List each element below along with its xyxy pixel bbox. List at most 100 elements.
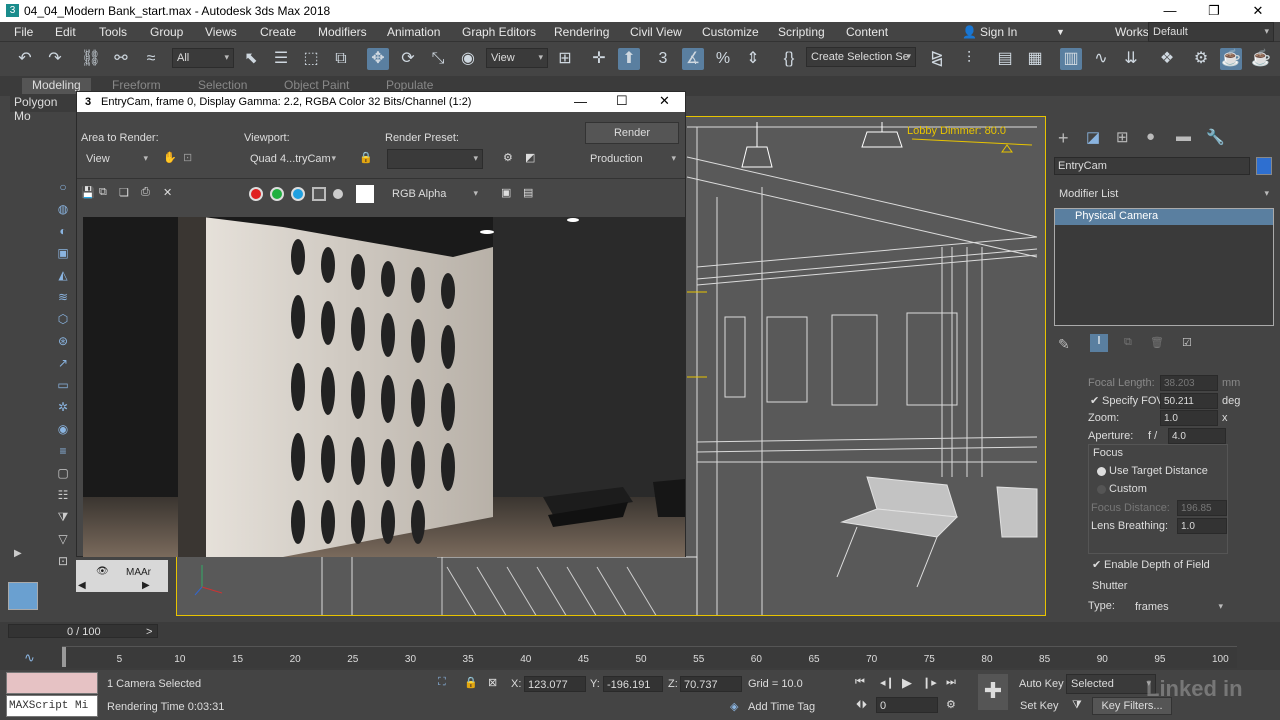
print-image-icon[interactable]: ⎙ xyxy=(141,186,150,199)
stack-item-physical-camera[interactable]: Physical Camera xyxy=(1055,209,1273,225)
menu-animation[interactable]: Animation xyxy=(387,25,440,39)
lens-breathing-field[interactable]: 1.0 xyxy=(1177,518,1227,534)
render-production-icon[interactable]: ☕ xyxy=(1250,48,1272,70)
align-icon[interactable]: ⫶ xyxy=(958,48,980,70)
menu-modifiers[interactable]: Modifiers xyxy=(318,25,367,39)
render-button[interactable]: Render xyxy=(585,122,679,144)
user-icon[interactable]: 👤 xyxy=(962,25,977,39)
modifier-list-dropdown[interactable]: Modifier List xyxy=(1054,184,1274,204)
edit-named-sets-icon[interactable]: {} xyxy=(778,48,800,70)
menu-content[interactable]: Content xyxy=(846,25,888,39)
render-preset-dropdown[interactable] xyxy=(387,149,483,169)
scene-explorer-icon[interactable]: ▥ xyxy=(1060,48,1082,70)
play-icon[interactable]: ▶ xyxy=(902,675,912,691)
maxscript-listener-top[interactable] xyxy=(6,672,98,694)
menu-tools[interactable]: Tools xyxy=(99,25,127,39)
z-field[interactable]: 70.737 xyxy=(680,676,742,692)
visibility-eye-icon[interactable]: 👁 xyxy=(96,566,109,577)
display-tab-icon[interactable]: ▬ xyxy=(1176,128,1191,145)
copy-image-icon[interactable]: ⧉ xyxy=(99,186,107,199)
set-key-button[interactable]: Set Key xyxy=(1020,700,1059,712)
utilities-tab-icon[interactable]: 🔧 xyxy=(1206,128,1225,146)
aperture-field[interactable]: 4.0 xyxy=(1168,428,1226,444)
pivot-center-icon[interactable]: ⊞ xyxy=(554,48,576,70)
display-shapes-icon[interactable]: ◐ xyxy=(56,224,70,238)
key-selection-dropdown[interactable]: Selected xyxy=(1066,674,1156,694)
undo-icon[interactable]: ↶ xyxy=(14,48,36,70)
set-key-big-icon[interactable]: ✚ xyxy=(978,674,1008,710)
auto-region-icon[interactable]: ⊡ xyxy=(183,151,192,164)
previous-frame-icon[interactable]: ◂❙ xyxy=(880,676,895,689)
layer-icon[interactable]: ≡ xyxy=(56,444,70,458)
focal-length-field[interactable]: 38.203 xyxy=(1160,375,1218,391)
menu-create[interactable]: Create xyxy=(260,25,296,39)
toggle-overlays-icon[interactable]: ▤ xyxy=(523,186,533,199)
go-to-end-icon[interactable]: ⏭ xyxy=(946,676,956,689)
custom-radio[interactable] xyxy=(1097,485,1106,494)
time-slider-right-icon[interactable]: > xyxy=(146,626,152,638)
blue-channel-icon[interactable] xyxy=(291,187,305,201)
scroll-right-icon[interactable]: ▶ xyxy=(142,580,150,591)
area-to-render-dropdown[interactable]: View xyxy=(81,149,153,169)
snap-toggle-icon[interactable]: 3 xyxy=(652,48,674,70)
rendered-frame-window-icon[interactable]: ☕ xyxy=(1220,48,1242,70)
display-spacewarps-icon[interactable]: ⬡ xyxy=(56,312,70,326)
show-end-result-icon[interactable]: Ⅰ xyxy=(1090,334,1108,352)
rotate-icon[interactable]: ⟳ xyxy=(397,48,419,70)
sort-icon[interactable]: ▢ xyxy=(56,466,70,480)
funnel-icon[interactable]: ▽ xyxy=(56,532,70,546)
x-field[interactable]: 123.077 xyxy=(524,676,586,692)
selection-filter-dropdown[interactable]: All xyxy=(172,48,234,68)
display-channel-dropdown[interactable]: RGB Alpha xyxy=(387,184,483,204)
modify-tab-icon[interactable]: ◪ xyxy=(1086,128,1100,146)
filter-icon[interactable]: ⧩ xyxy=(56,510,70,524)
pin-stack-icon[interactable]: ✎ xyxy=(1058,336,1070,353)
display-geometry-icon[interactable]: ◍ xyxy=(56,202,70,216)
green-channel-icon[interactable] xyxy=(270,187,284,201)
scale-icon[interactable]: ⤡ xyxy=(427,48,449,70)
display-groups-icon[interactable]: ⊛ xyxy=(56,334,70,348)
display-containers-icon[interactable]: ✲ xyxy=(56,400,70,414)
container-icon[interactable]: ⊡ xyxy=(56,554,70,568)
selection-lock-icon[interactable]: 🔒 xyxy=(464,676,478,689)
maximize-button[interactable]: ❐ xyxy=(1192,0,1236,22)
angle-snap-icon[interactable]: ∡ xyxy=(682,48,704,70)
viewport-dropdown[interactable]: Quad 4...tryCam xyxy=(245,149,341,169)
ribbon-tab-object-paint[interactable]: Object Paint xyxy=(284,78,349,92)
key-mode-icon[interactable]: ⏴⏵ xyxy=(856,699,867,712)
auto-key-button[interactable]: Auto Key xyxy=(1019,678,1064,690)
menu-scripting[interactable]: Scripting xyxy=(778,25,825,39)
specify-fov-checkbox[interactable]: ✔ xyxy=(1090,394,1099,407)
display-helpers-icon[interactable]: ≋ xyxy=(56,290,70,304)
ribbon-tab-selection[interactable]: Selection xyxy=(198,78,247,92)
curve-editor-icon[interactable]: ∿ xyxy=(1090,48,1112,70)
menu-customize[interactable]: Customize xyxy=(702,25,759,39)
toggle-ribbon-icon[interactable]: ▦ xyxy=(1024,48,1046,70)
toggle-ui-icon[interactable]: ▣ xyxy=(501,186,511,199)
shutter-type-dropdown[interactable]: frames xyxy=(1130,597,1228,617)
time-config-icon[interactable]: ⚙ xyxy=(946,698,956,711)
go-to-start-icon[interactable]: ⏮ xyxy=(855,676,865,689)
menu-views[interactable]: Views xyxy=(205,25,237,39)
percent-snap-icon[interactable]: % xyxy=(712,48,734,70)
list-icon[interactable]: ☷ xyxy=(56,488,70,502)
focus-distance-field[interactable]: 196.85 xyxy=(1177,500,1227,516)
remove-modifier-icon[interactable]: 🗑 xyxy=(1150,336,1164,349)
time-tag-icon[interactable]: ◈ xyxy=(730,700,738,713)
menu-edit[interactable]: Edit xyxy=(55,25,76,39)
render-setup-icon[interactable]: ⚙ xyxy=(1190,48,1212,70)
keyboard-shortcut-icon[interactable]: ⬆ xyxy=(618,48,640,70)
render-minimize-button[interactable]: — xyxy=(574,94,587,109)
mirror-icon[interactable]: ⧎ xyxy=(926,48,948,70)
polygon-modeling-panel[interactable]: Polygon Mo xyxy=(10,94,78,123)
workspaces-dropdown[interactable]: Default xyxy=(1148,22,1274,42)
environment-icon[interactable]: ◩ xyxy=(525,151,535,164)
layer-explorer-icon[interactable]: ▤ xyxy=(994,48,1016,70)
display-cameras-icon[interactable]: ◭ xyxy=(56,268,70,282)
close-button[interactable]: ✕ xyxy=(1236,0,1280,22)
swatch-icon[interactable] xyxy=(356,185,374,203)
selection-set-dropdown[interactable]: Create Selection Se xyxy=(806,47,916,67)
display-xrefs-icon[interactable]: ↗ xyxy=(56,356,70,370)
bind-spacewarp-icon[interactable]: ≈ xyxy=(140,48,162,70)
viewport-layout-icon[interactable] xyxy=(8,582,38,610)
